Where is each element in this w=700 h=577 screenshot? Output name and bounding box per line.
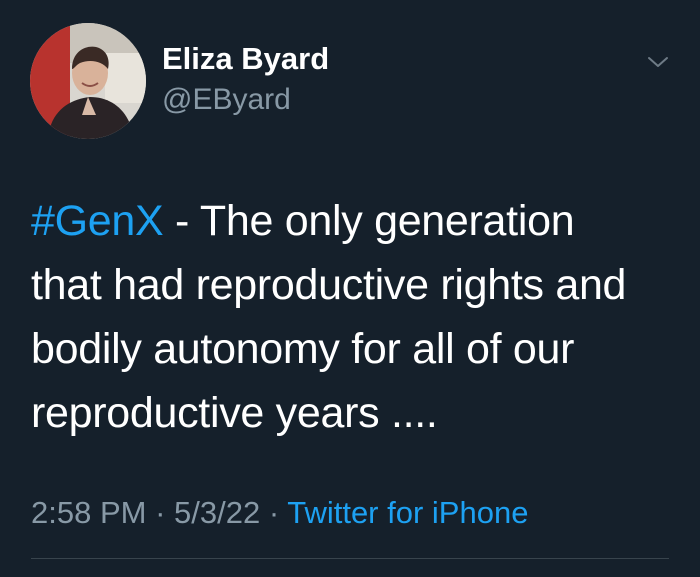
tweet-card: Eliza Byard @EByard #GenX - The only gen… — [0, 0, 700, 577]
tweet-line-3: bodily autonomy for all of our — [31, 325, 575, 373]
tweet-line-1-text: - The only generation — [163, 197, 575, 245]
user-handle[interactable]: @EByard — [162, 82, 291, 118]
tweet-meta: 2:58 PM · 5/3/22 · Twitter for iPhone — [31, 494, 528, 531]
hashtag-link[interactable]: #GenX — [31, 197, 164, 245]
meta-separator: · — [146, 495, 175, 530]
display-name[interactable]: Eliza Byard — [162, 40, 329, 77]
tweet-time[interactable]: 2:58 PM — [31, 495, 146, 530]
meta-separator-2: · — [260, 495, 288, 530]
tweet-line-4: reproductive years .... — [31, 389, 438, 437]
tweet-date[interactable]: 5/3/22 — [174, 495, 260, 530]
chevron-down-icon[interactable] — [646, 50, 670, 74]
divider — [31, 558, 669, 559]
tweet-line-2: that had reproductive rights and — [31, 261, 627, 309]
profile-photo-icon — [30, 23, 146, 139]
tweet-line-1: #GenX - The only generation — [31, 189, 681, 253]
avatar[interactable] — [30, 23, 146, 139]
tweet-text: #GenX - The only generation that had rep… — [31, 189, 681, 445]
tweet-source-link[interactable]: Twitter for iPhone — [287, 495, 528, 530]
